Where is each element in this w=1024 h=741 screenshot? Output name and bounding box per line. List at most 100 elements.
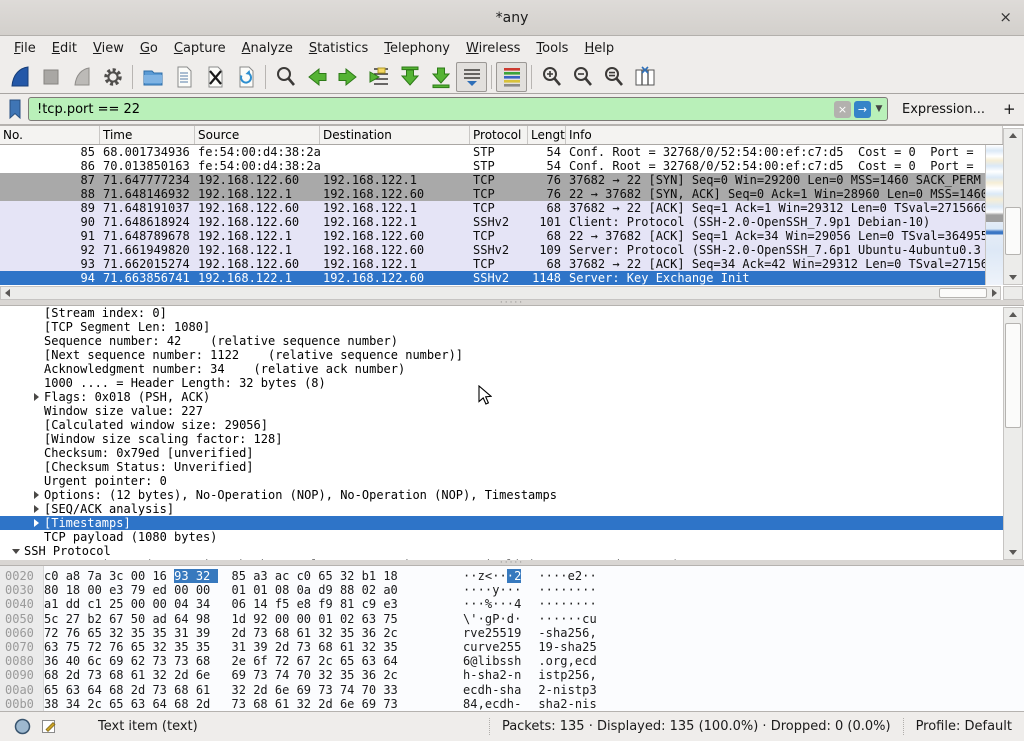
close-file-button[interactable] [199,62,230,92]
column-header-no[interactable]: No. [0,126,100,144]
detail-vscrollbar[interactable] [1003,307,1023,560]
detail-line[interactable]: Window size value: 227 [0,404,1004,418]
menu-file[interactable]: File [6,39,44,58]
capture-comment-icon[interactable] [41,718,58,735]
packet-row-87[interactable]: 8771.647777234192.168.122.60192.168.122.… [0,173,985,187]
detail-line[interactable]: [Next sequence number: 1122 (relative se… [0,348,1004,362]
scroll-down-icon[interactable] [1004,271,1022,284]
hex-row-0040[interactable]: 0040a1ddc125000004340614f5e8f981c9e3···%… [0,597,1024,611]
detail-line[interactable]: SSH Protocol [0,544,1004,558]
column-header-time[interactable]: Time [100,126,195,144]
zoom-original-button[interactable] [598,62,629,92]
menu-telephony[interactable]: Telephony [376,39,458,58]
go-first-button[interactable] [394,62,425,92]
scrollbar-thumb[interactable] [1005,207,1021,255]
filter-bookmark-button[interactable] [4,97,26,121]
collapsed-arrow-icon[interactable] [28,516,44,530]
column-header-protocol[interactable]: Protocol [470,126,528,144]
go-to-packet-button[interactable] [363,62,394,92]
hex-row-0080[interactable]: 008036406c69627373682e6f72672c6563646@li… [0,654,1024,668]
detail-line[interactable]: [Timestamps] [0,516,1004,530]
detail-line[interactable]: Checksum: 0x79ed [unverified] [0,446,1004,460]
go-last-button[interactable] [425,62,456,92]
add-filter-button[interactable]: + [1003,100,1016,118]
hex-row-0090[interactable]: 0090682d736861322d6e697374703235362ch-sh… [0,668,1024,682]
filter-input[interactable]: !tcp.port == 22 × → ▼ [28,97,888,121]
collapsed-arrow-icon[interactable] [28,488,44,502]
clear-filter-icon[interactable]: × [834,101,851,118]
menu-wireless[interactable]: Wireless [458,39,528,58]
detail-line[interactable]: TCP payload (1080 bytes) [0,530,1004,544]
intelligent-scrollbar-minimap[interactable] [985,145,1003,285]
hex-row-00b0[interactable]: 00b038342c656364682d736861322d6e697384,e… [0,697,1024,711]
menu-help[interactable]: Help [576,39,622,58]
scroll-down-icon[interactable] [1004,546,1022,559]
detail-line[interactable]: [SEQ/ACK analysis] [0,502,1004,516]
close-icon[interactable]: × [999,8,1012,26]
apply-filter-icon[interactable]: → [854,101,871,118]
menu-tools[interactable]: Tools [528,39,576,58]
hex-row-0020[interactable]: 0020c0a87a3c0016933285a3acc06532b118··z<… [0,569,1024,583]
column-header-length[interactable]: Length [528,126,566,144]
reload-file-button[interactable] [230,62,261,92]
detail-line[interactable]: [Window size scaling factor: 128] [0,432,1004,446]
collapsed-arrow-icon[interactable] [28,502,44,516]
packet-row-94[interactable]: 9471.663856741192.168.122.1192.168.122.6… [0,271,985,285]
stop-capture-button[interactable] [35,62,66,92]
column-header-source[interactable]: Source [195,126,320,144]
scroll-up-icon[interactable] [1004,129,1022,142]
go-forward-button[interactable] [332,62,363,92]
detail-line[interactable]: Acknowledgment number: 34 (relative ack … [0,362,1004,376]
scroll-up-icon[interactable] [1004,308,1022,321]
detail-line[interactable]: [Calculated window size: 29056] [0,418,1004,432]
save-file-button[interactable] [168,62,199,92]
expanded-arrow-icon[interactable] [8,544,24,558]
menu-analyze[interactable]: Analyze [234,39,301,58]
packet-bytes-pane[interactable]: 0020c0a87a3c0016933285a3acc06532b118··z<… [0,565,1024,711]
menu-capture[interactable]: Capture [166,39,234,58]
start-capture-button[interactable] [4,62,35,92]
packet-row-86[interactable]: 8670.013850163fe:54:00:d4:38:2aSTP54Conf… [0,159,985,173]
resize-columns-button[interactable] [629,62,660,92]
menu-view[interactable]: View [85,39,132,58]
detail-line[interactable]: Flags: 0x018 (PSH, ACK) [0,390,1004,404]
zoom-out-button[interactable] [567,62,598,92]
menu-edit[interactable]: Edit [44,39,85,58]
column-header-info[interactable]: Info [566,126,1003,144]
packet-row-88[interactable]: 8871.648146932192.168.122.1192.168.122.6… [0,187,985,201]
detail-line[interactable]: [Stream index: 0] [0,306,1004,320]
scroll-right-icon[interactable] [988,287,1000,299]
title-bar[interactable]: *any × [0,0,1024,36]
packet-row-92[interactable]: 9271.661949820192.168.122.1192.168.122.6… [0,243,985,257]
packet-row-91[interactable]: 9171.648789678192.168.122.1192.168.122.6… [0,229,985,243]
open-file-button[interactable] [137,62,168,92]
collapsed-arrow-icon[interactable] [28,390,44,404]
profile-button[interactable]: Profile: Default [903,718,1024,735]
hscrollbar-thumb[interactable] [939,288,987,298]
hex-row-00a0[interactable]: 00a0656364682d736861322d6e6973747033ecdh… [0,683,1024,697]
packet-row-89[interactable]: 8971.648191037192.168.122.60192.168.122.… [0,201,985,215]
menu-go[interactable]: Go [132,39,166,58]
scrollbar-thumb[interactable] [1005,323,1021,428]
detail-line[interactable]: Urgent pointer: 0 [0,474,1004,488]
detail-line[interactable]: Sequence number: 42 (relative sequence n… [0,334,1004,348]
go-back-button[interactable] [301,62,332,92]
find-packet-button[interactable] [270,62,301,92]
zoom-in-button[interactable] [536,62,567,92]
auto-scroll-button[interactable] [456,62,487,92]
hex-row-0050[interactable]: 00505c27b26750ad64981d92000001026375\'·g… [0,612,1024,626]
scroll-left-icon[interactable] [1,287,13,299]
packet-row-90[interactable]: 9071.648618924192.168.122.60192.168.122.… [0,215,985,229]
menu-statistics[interactable]: Statistics [301,39,376,58]
packet-row-93[interactable]: 9371.662015274192.168.122.60192.168.122.… [0,257,985,271]
hex-row-0070[interactable]: 0070637572766532353531392d7368613235curv… [0,640,1024,654]
hex-row-0060[interactable]: 006072766532353531392d7368613235362crve2… [0,626,1024,640]
capture-options-button[interactable] [97,62,128,92]
filter-history-dropdown-icon[interactable]: ▼ [873,104,885,114]
packet-list-vscrollbar[interactable] [1003,128,1023,285]
detail-line[interactable]: [Checksum Status: Unverified] [0,460,1004,474]
detail-line[interactable]: [TCP Segment Len: 1080] [0,320,1004,334]
detail-line[interactable]: Options: (12 bytes), No-Operation (NOP),… [0,488,1004,502]
colorize-button[interactable] [496,62,527,92]
packet-row-85[interactable]: 8568.001734936fe:54:00:d4:38:2aSTP54Conf… [0,145,985,159]
